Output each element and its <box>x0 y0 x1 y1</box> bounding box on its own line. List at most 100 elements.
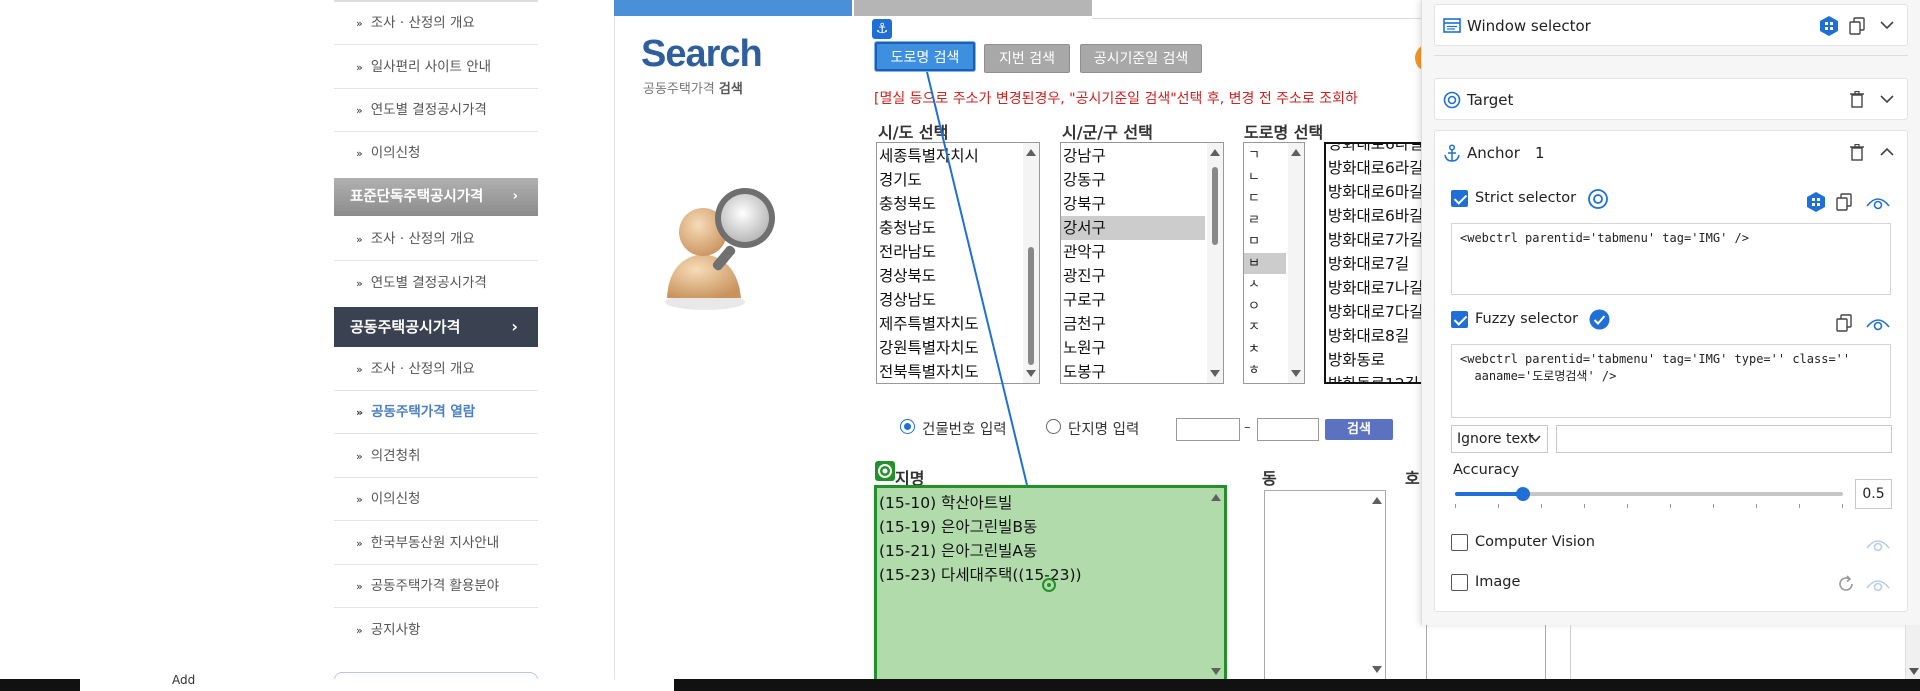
list-item[interactable]: 경상북도 <box>877 264 1039 288</box>
tab-lot-number-search[interactable]: 지번 검색 <box>984 44 1070 73</box>
chevron-down-icon[interactable] <box>1880 94 1894 104</box>
sidebar-item-standard-yearly[interactable]: » 연도별 결정공시가격 <box>334 262 538 305</box>
sidebar-item-apt-objection[interactable]: » 이의신청 <box>334 478 538 521</box>
list-item[interactable]: 강동구 <box>1061 168 1223 192</box>
add-button-label[interactable]: Add <box>172 673 195 687</box>
list-item[interactable]: 구로구 <box>1061 288 1223 312</box>
fuzzy-selector-code[interactable]: <webctrl parentid='tabmenu' tag='IMG' ty… <box>1451 344 1891 418</box>
list-item[interactable]: 노원구 <box>1061 336 1223 360</box>
sidebar-item-apt-notice[interactable]: » 공지사항 <box>334 609 538 652</box>
sidebar-item-apt-usage[interactable]: » 공동주택가격 활용분야 <box>334 565 538 608</box>
list-item-selected[interactable]: 강서구 <box>1061 216 1205 240</box>
accuracy-slider-track[interactable] <box>1455 492 1843 496</box>
eye-icon[interactable] <box>1866 315 1890 331</box>
list-item[interactable]: 세종특별자치시 <box>877 144 1039 168</box>
sidebar-item-apt-overview[interactable]: » 조사 · 산정의 개요 <box>334 348 538 391</box>
sidebar-item-survey-overview[interactable]: » 조사 · 산정의 개요 <box>334 2 538 45</box>
sidebar-item-yearly-price[interactable]: » 연도별 결정공시가격 <box>334 89 538 132</box>
list-item[interactable]: 경기도 <box>877 168 1039 192</box>
strict-selector-checkbox[interactable] <box>1451 190 1468 207</box>
scroll-up-icon[interactable] <box>1026 149 1036 156</box>
list-item[interactable]: 제주특별자치도 <box>877 312 1039 336</box>
initial-scrollbar[interactable] <box>1288 143 1304 383</box>
dong-scrollbar[interactable] <box>1369 491 1385 679</box>
sidebar-item-apt-price-view[interactable]: » 공동주택가격 열람 <box>334 391 538 434</box>
accuracy-slider-thumb[interactable] <box>1516 487 1530 501</box>
window-scrollbar[interactable] <box>1905 625 1920 679</box>
tab-road-name-search[interactable]: 도로명 검색 <box>875 42 975 71</box>
target-card[interactable]: Target <box>1434 78 1908 120</box>
sido-listbox[interactable]: 세종특별자치시 경기도 충청북도 충청남도 전라남도 경상북도 경상남도 제주특… <box>876 142 1040 384</box>
scroll-up-icon[interactable] <box>1372 497 1382 504</box>
scroll-up-icon[interactable] <box>1291 149 1301 156</box>
scroll-down-icon[interactable] <box>1026 370 1036 377</box>
eye-icon[interactable] <box>1866 194 1890 210</box>
eye-icon[interactable] <box>1866 576 1890 592</box>
scroll-down-icon[interactable] <box>1211 668 1221 675</box>
building-number-sub-input[interactable] <box>1257 418 1319 441</box>
window-selector-card[interactable]: Window selector <box>1434 4 1908 46</box>
sidebar-item-apt-branches[interactable]: » 한국부동산원 지사안내 <box>334 522 538 565</box>
taskbar-input-area[interactable] <box>80 679 674 691</box>
list-item[interactable]: 관악구 <box>1061 240 1223 264</box>
list-item[interactable]: 전북특별자치도 <box>877 360 1039 383</box>
copy-icon[interactable] <box>1836 314 1852 332</box>
sidebar-item-apt-opinion[interactable]: » 의견청취 <box>334 435 538 478</box>
scroll-down-icon[interactable] <box>1909 668 1919 675</box>
list-item[interactable]: (15-19) 은아그린빌B동 <box>877 515 1224 539</box>
ignore-text-dropdown[interactable]: Ignore text <box>1451 425 1548 453</box>
radio-complex-name[interactable] <box>1046 419 1061 434</box>
image-checkbox[interactable] <box>1451 574 1468 591</box>
list-item[interactable]: 충청남도 <box>877 216 1039 240</box>
trash-icon[interactable] <box>1850 91 1864 108</box>
list-item[interactable]: 금천구 <box>1061 312 1223 336</box>
complex-scrollbar[interactable] <box>1208 488 1224 681</box>
copy-icon[interactable] <box>1849 17 1865 35</box>
eye-icon[interactable] <box>1866 536 1890 552</box>
copy-icon[interactable] <box>1836 193 1852 211</box>
trash-icon[interactable] <box>1850 144 1864 161</box>
list-item[interactable]: 전라남도 <box>877 240 1039 264</box>
sidebar-item-objection[interactable]: » 이의신청 <box>334 132 538 175</box>
sidebar-section-standard[interactable]: 표준단독주택공시가격 › <box>334 178 538 216</box>
list-item-selected[interactable]: ㅂ <box>1244 252 1286 274</box>
list-item[interactable]: 광진구 <box>1061 264 1223 288</box>
scroll-down-icon[interactable] <box>1210 370 1220 377</box>
scroll-down-icon[interactable] <box>1372 666 1382 673</box>
list-item[interactable]: 강북구 <box>1061 192 1223 216</box>
sidebar-section-apartment[interactable]: 공동주택공시가격 › <box>334 307 538 347</box>
element-picker-icon[interactable] <box>1805 191 1827 213</box>
accuracy-value-input[interactable]: 0.5 <box>1855 479 1892 509</box>
list-item[interactable]: (15-10) 학산아트빌 <box>877 491 1224 515</box>
tab-announcement-date-search[interactable]: 공시기준일 검색 <box>1080 44 1202 73</box>
list-item[interactable]: 강남구 <box>1061 144 1223 168</box>
sidebar-item-ilsa-site[interactable]: » 일사편리 사이트 안내 <box>334 46 538 89</box>
scroll-thumb[interactable] <box>1212 167 1218 245</box>
computer-vision-checkbox[interactable] <box>1451 534 1468 551</box>
search-button[interactable]: 검색 <box>1325 419 1393 440</box>
scroll-down-icon[interactable] <box>1291 370 1301 377</box>
sigungu-listbox[interactable]: 강남구 강동구 강북구 강서구 관악구 광진구 구로구 금천구 노원구 도봉구 <box>1060 142 1224 384</box>
list-item[interactable]: 충청북도 <box>877 192 1039 216</box>
list-item[interactable]: (15-21) 은아그린빌A동 <box>877 539 1224 563</box>
sidebar-item-standard-overview[interactable]: » 조사 · 산정의 개요 <box>334 218 538 261</box>
chevron-down-icon[interactable] <box>1880 20 1894 30</box>
scroll-up-icon[interactable] <box>1210 149 1220 156</box>
element-picker-icon[interactable] <box>1818 15 1840 37</box>
list-item[interactable]: 강원특별자치도 <box>877 336 1039 360</box>
sido-scrollbar[interactable] <box>1023 143 1039 383</box>
fuzzy-selector-checkbox[interactable] <box>1451 311 1468 328</box>
refresh-icon[interactable] <box>1837 575 1855 593</box>
strict-selector-code[interactable]: <webctrl parentid='tabmenu' tag='IMG' /> <box>1451 223 1891 295</box>
list-item[interactable]: 경상남도 <box>877 288 1039 312</box>
scroll-thumb[interactable] <box>1028 247 1034 365</box>
chevron-up-icon[interactable] <box>1880 147 1894 157</box>
road-initial-listbox[interactable]: ㄱ ㄴ ㄷ ㄹ ㅁ ㅂ ㅅ ㅇ ㅈ ㅊ ㅎ <box>1243 142 1305 384</box>
list-item[interactable]: 도봉구 <box>1061 360 1223 383</box>
building-number-main-input[interactable] <box>1176 418 1240 441</box>
radio-building-number[interactable] <box>900 419 915 434</box>
dong-listbox[interactable] <box>1264 490 1386 680</box>
sigungu-scrollbar[interactable] <box>1207 143 1223 383</box>
ignore-text-input[interactable] <box>1556 425 1892 453</box>
scroll-up-icon[interactable] <box>1211 494 1221 501</box>
